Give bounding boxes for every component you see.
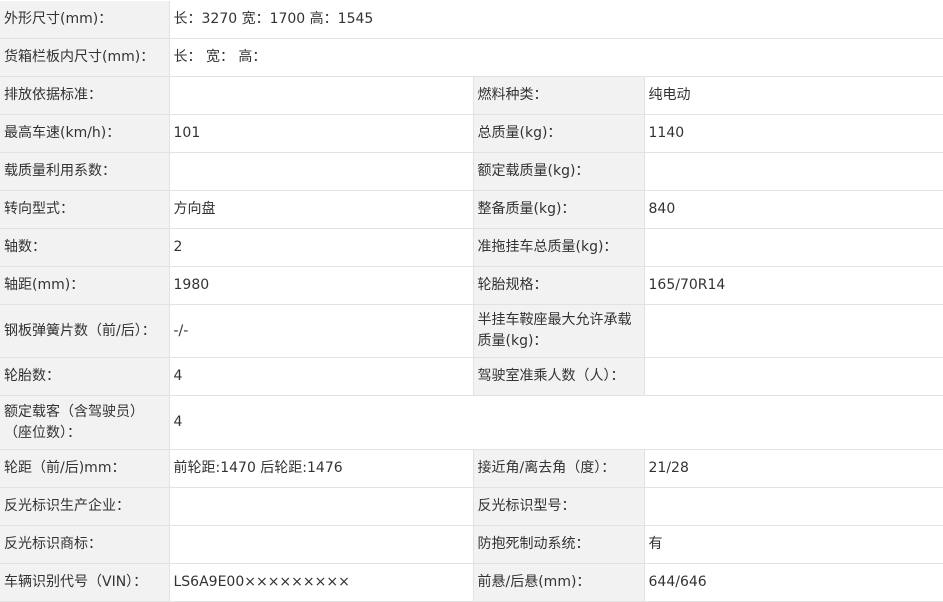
value-steering-type: 方向盘 <box>169 190 474 229</box>
table-row: 轮距（前/后)mm： 前轮距:1470 后轮距:1476 接近角/离去角（度）：… <box>0 449 943 488</box>
label-rated-load: 额定载质量(kg)： <box>473 152 645 191</box>
table-row: 钢板弹簧片数（前/后）： -/- 半挂车鞍座最大允许承载质量(kg)： <box>0 304 943 358</box>
table-row: 载质量利用系数： 额定载质量(kg)： <box>0 152 943 191</box>
value-tire-spec: 165/70R14 <box>644 266 943 305</box>
table-row: 货箱栏板内尺寸(mm)： 长： 宽： 高： <box>0 38 943 77</box>
label-wheelbase: 轴距(mm)： <box>0 266 170 305</box>
value-leaf-spring-count: -/- <box>169 304 474 358</box>
label-tire-spec: 轮胎规格： <box>473 266 645 305</box>
label-load-utilization: 载质量利用系数： <box>0 152 170 191</box>
value-rated-load <box>644 152 943 191</box>
label-vin: 车辆识别代号（VIN）： <box>0 563 170 602</box>
table-row: 外形尺寸(mm)： 长：3270 宽：1700 高：1545 <box>0 1 943 39</box>
value-max-speed: 101 <box>169 114 474 153</box>
table-row: 反光标识生产企业： 反光标识型号： <box>0 487 943 526</box>
label-trailer-mass: 准拖挂车总质量(kg)： <box>473 228 645 267</box>
label-axle-count: 轴数： <box>0 228 170 267</box>
label-approach-departure-angle: 接近角/离去角（度）： <box>473 449 645 488</box>
value-emission-standard <box>169 76 474 115</box>
label-reflector-trademark: 反光标识商标： <box>0 525 170 564</box>
label-overhang: 前悬/后悬(mm)： <box>473 563 645 602</box>
label-leaf-spring-count: 钢板弹簧片数（前/后）： <box>0 304 170 358</box>
value-cab-capacity <box>644 357 943 396</box>
label-tire-count: 轮胎数： <box>0 357 170 396</box>
label-track-width: 轮距（前/后)mm： <box>0 449 170 488</box>
vehicle-spec-table: 外形尺寸(mm)： 长：3270 宽：1700 高：1545 货箱栏板内尺寸(m… <box>0 1 943 602</box>
table-row: 转向型式： 方向盘 整备质量(kg)： 840 <box>0 190 943 229</box>
label-gross-mass: 总质量(kg)： <box>473 114 645 153</box>
value-abs-system: 有 <box>644 525 943 564</box>
table-row: 额定载客（含驾驶员）（座位数）： 4 <box>0 395 943 450</box>
label-reflector-manufacturer: 反光标识生产企业： <box>0 487 170 526</box>
label-cargo-box-dimensions: 货箱栏板内尺寸(mm)： <box>0 38 170 77</box>
label-emission-standard: 排放依据标准： <box>0 76 170 115</box>
value-reflector-trademark <box>169 525 474 564</box>
table-row: 排放依据标准： 燃料种类： 纯电动 <box>0 76 943 115</box>
table-row: 反光标识商标： 防抱死制动系统： 有 <box>0 525 943 564</box>
value-track-width: 前轮距:1470 后轮距:1476 <box>169 449 474 488</box>
label-reflector-model: 反光标识型号： <box>473 487 645 526</box>
value-reflector-manufacturer <box>169 487 474 526</box>
value-axle-count: 2 <box>169 228 474 267</box>
value-trailer-mass <box>644 228 943 267</box>
value-dimensions: 长：3270 宽：1700 高：1545 <box>169 1 943 39</box>
value-reflector-model <box>644 487 943 526</box>
label-rated-passengers: 额定载客（含驾驶员）（座位数）： <box>0 395 170 450</box>
table-row: 轮胎数： 4 驾驶室准乘人数（人）： <box>0 357 943 396</box>
label-steering-type: 转向型式： <box>0 190 170 229</box>
table-row: 车辆识别代号（VIN）： LS6A9E00××××××××× 前悬/后悬(mm)… <box>0 563 943 602</box>
label-dimensions: 外形尺寸(mm)： <box>0 1 170 39</box>
value-wheelbase: 1980 <box>169 266 474 305</box>
table-row: 轴距(mm)： 1980 轮胎规格： 165/70R14 <box>0 266 943 305</box>
label-cab-capacity: 驾驶室准乘人数（人）： <box>473 357 645 396</box>
value-overhang: 644/646 <box>644 563 943 602</box>
value-saddle-max-load <box>644 304 943 358</box>
table-row: 轴数： 2 准拖挂车总质量(kg)： <box>0 228 943 267</box>
label-saddle-max-load: 半挂车鞍座最大允许承载质量(kg)： <box>473 304 645 358</box>
label-fuel-type: 燃料种类： <box>473 76 645 115</box>
value-tire-count: 4 <box>169 357 474 396</box>
value-load-utilization <box>169 152 474 191</box>
table-row: 最高车速(km/h)： 101 总质量(kg)： 1140 <box>0 114 943 153</box>
value-approach-departure-angle: 21/28 <box>644 449 943 488</box>
value-fuel-type: 纯电动 <box>644 76 943 115</box>
value-cargo-box-dimensions: 长： 宽： 高： <box>169 38 943 77</box>
value-gross-mass: 1140 <box>644 114 943 153</box>
value-curb-mass: 840 <box>644 190 943 229</box>
value-rated-passengers: 4 <box>169 395 943 450</box>
value-vin: LS6A9E00××××××××× <box>169 563 474 602</box>
label-max-speed: 最高车速(km/h)： <box>0 114 170 153</box>
label-curb-mass: 整备质量(kg)： <box>473 190 645 229</box>
label-abs-system: 防抱死制动系统： <box>473 525 645 564</box>
